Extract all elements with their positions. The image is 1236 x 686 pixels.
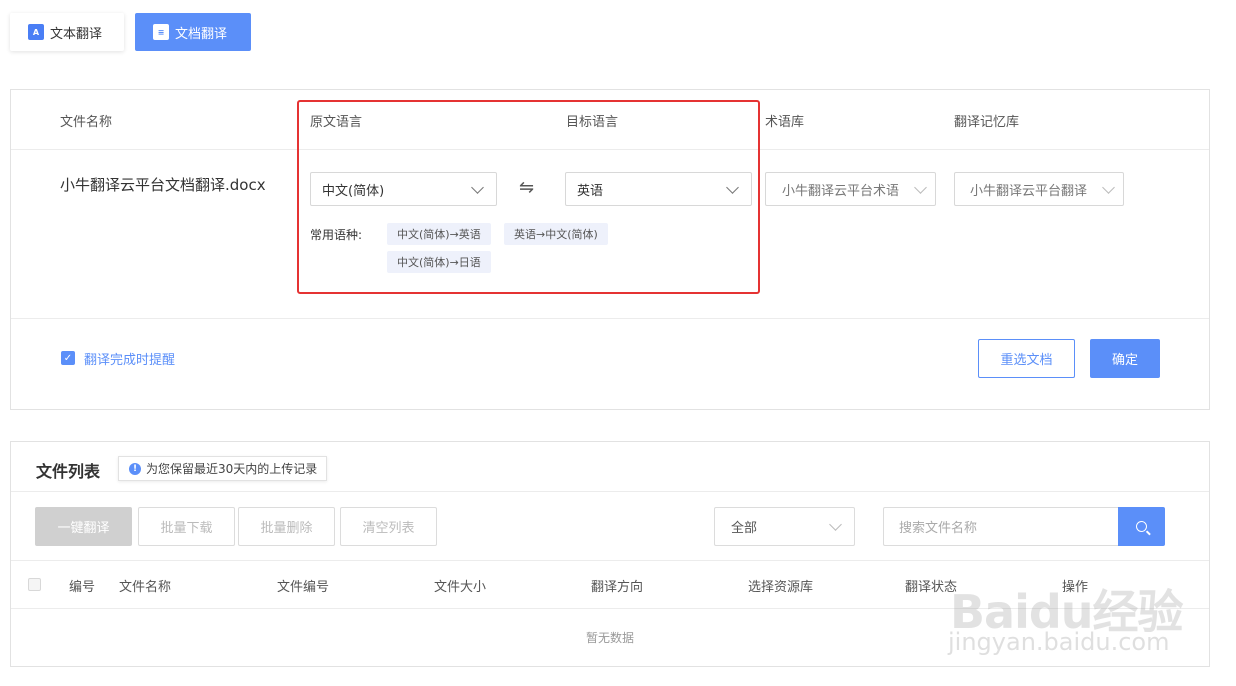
tab-document-translate[interactable]: ≡ 文档翻译 xyxy=(135,13,251,51)
column-header: 翻译方向 xyxy=(591,580,644,595)
terminology-value: 小牛翻译云平台术语 xyxy=(782,183,900,199)
divider xyxy=(11,318,1209,319)
reselect-document-button[interactable]: 重选文档 xyxy=(978,339,1075,378)
translate-all-button[interactable]: 一键翻译 xyxy=(35,507,132,546)
select-all-checkbox[interactable] xyxy=(28,578,41,591)
status-filter-select[interactable]: 全部 xyxy=(714,507,855,546)
retention-notice-text: 为您保留最近30天内的上传记录 xyxy=(146,462,318,476)
watermark-url: jingyan.baidu.com xyxy=(948,628,1170,656)
text-translate-icon: A xyxy=(28,24,44,40)
chevron-down-icon xyxy=(914,180,927,194)
info-icon: ! xyxy=(129,462,141,475)
header-translation-memory: 翻译记忆库 xyxy=(954,115,1020,130)
batch-download-button[interactable]: 批量下载 xyxy=(138,507,235,546)
column-header: 文件大小 xyxy=(434,580,487,595)
tab-text-translate[interactable]: A 文本翻译 xyxy=(10,13,124,51)
terminology-select[interactable]: 小牛翻译云平台术语 xyxy=(765,172,936,206)
file-list-title: 文件列表 xyxy=(36,462,101,481)
column-header: 文件编号 xyxy=(277,580,330,595)
column-header: 选择资源库 xyxy=(748,580,814,595)
search-icon xyxy=(1136,521,1147,532)
notify-checkbox[interactable]: ✓ xyxy=(61,351,75,365)
clear-list-button[interactable]: 清空列表 xyxy=(340,507,437,546)
chevron-down-icon xyxy=(829,518,842,531)
baidu-watermark: Baidu经验 jingyan.baidu.com xyxy=(940,560,1230,680)
upload-panel: 文件名称 原文语言 目标语言 术语库 翻译记忆库 小牛翻译云平台文档翻译.doc… xyxy=(10,89,1210,410)
document-translate-icon: ≡ xyxy=(153,24,169,40)
tab-label: 文档翻译 xyxy=(175,26,228,42)
tab-label: 文本翻译 xyxy=(50,26,103,42)
column-header: 文件名称 xyxy=(119,580,172,595)
translation-memory-select[interactable]: 小牛翻译云平台翻译 xyxy=(954,172,1124,206)
header-terminology: 术语库 xyxy=(765,115,805,130)
translation-memory-value: 小牛翻译云平台翻译 xyxy=(970,183,1088,199)
retention-notice: ! 为您保留最近30天内的上传记录 xyxy=(118,456,328,481)
highlight-box xyxy=(297,100,760,294)
search-button[interactable] xyxy=(1118,507,1165,546)
status-filter-value: 全部 xyxy=(731,521,758,536)
header-filename: 文件名称 xyxy=(60,115,113,130)
uploaded-file-name: 小牛翻译云平台文档翻译.docx xyxy=(60,176,266,194)
batch-delete-button[interactable]: 批量删除 xyxy=(238,507,335,546)
notify-label[interactable]: 翻译完成时提醒 xyxy=(84,349,175,368)
confirm-button[interactable]: 确定 xyxy=(1090,339,1160,378)
column-header: 编号 xyxy=(69,580,96,595)
divider xyxy=(11,491,1209,492)
chevron-down-icon xyxy=(1102,180,1115,194)
search-input[interactable]: 搜索文件名称 xyxy=(883,507,1119,546)
